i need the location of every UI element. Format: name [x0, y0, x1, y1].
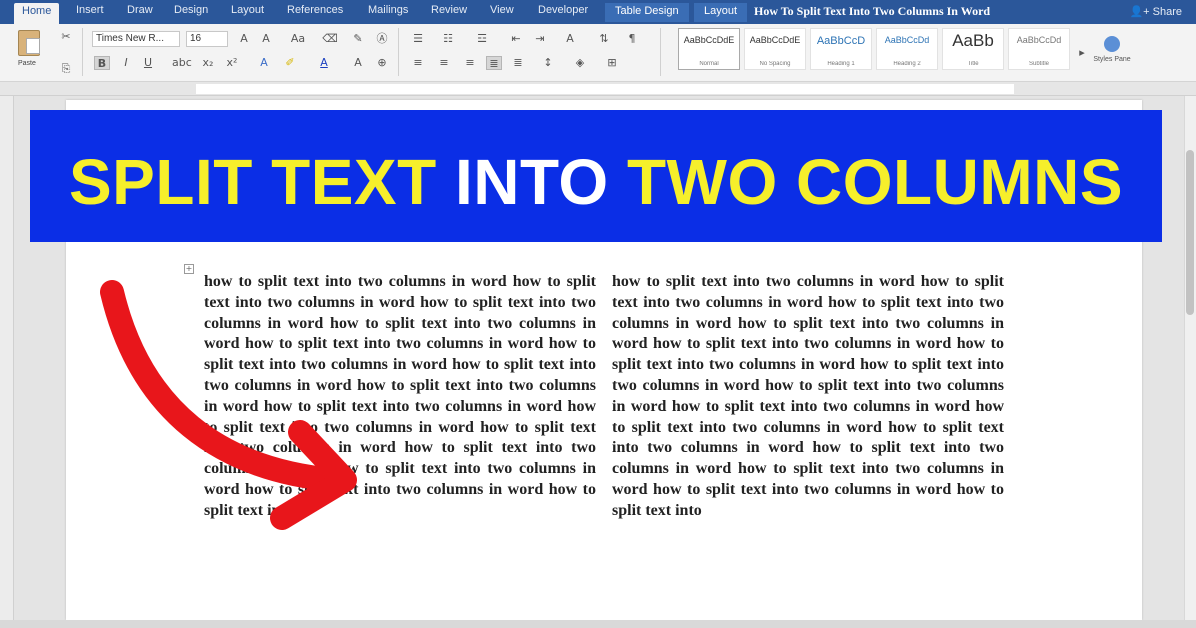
status-bar [0, 620, 1196, 628]
curved-arrow-icon [100, 280, 357, 530]
